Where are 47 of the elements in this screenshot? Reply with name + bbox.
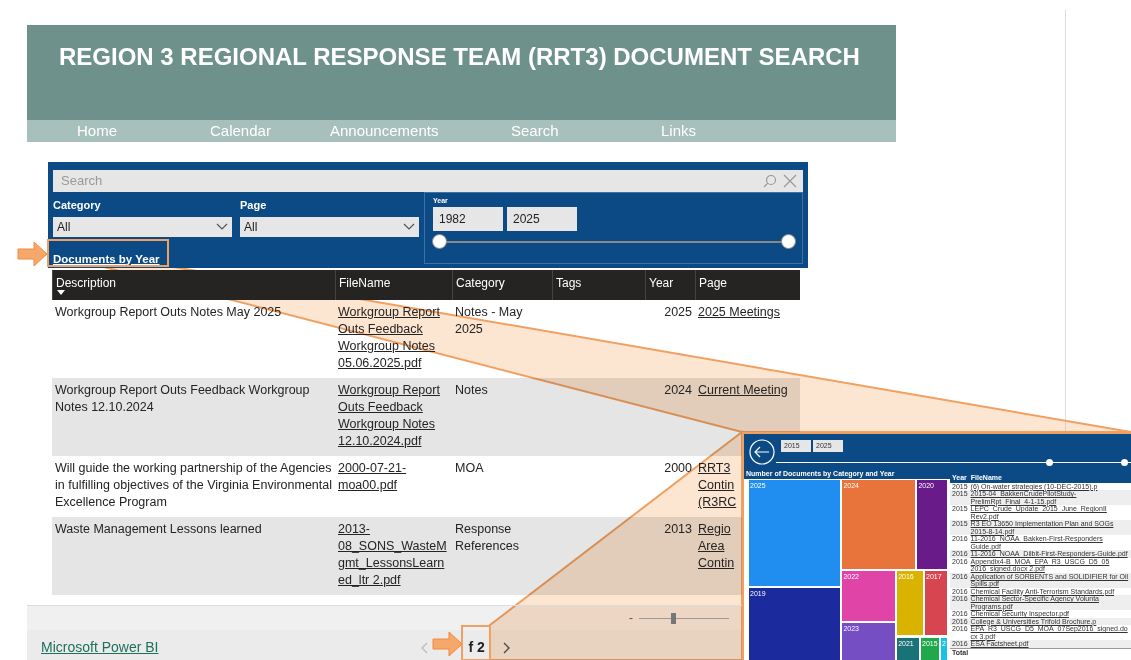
page-link[interactable]: Regio Area Contin xyxy=(698,521,732,572)
table-cell-text: 2013 xyxy=(663,521,693,538)
table-cell-text: Will guide the working partnership of the Agencies in fulfilling objectives of the Virginia Environmental Excellence Program xyxy=(54,460,333,511)
table-cell-text: 2024 xyxy=(663,382,693,399)
column-header[interactable]: Description xyxy=(52,270,335,300)
highlight-frame xyxy=(461,625,491,660)
chevron-down-icon xyxy=(403,222,415,231)
filter-label: Category xyxy=(53,198,102,213)
zoom-out-label[interactable]: - xyxy=(629,609,633,627)
page-indicator: f 2 xyxy=(468,638,485,657)
year-to-field[interactable]: 2025 xyxy=(507,206,577,231)
slider-thumb[interactable] xyxy=(781,233,796,249)
dropdown[interactable]: All xyxy=(53,216,232,237)
pointer-arrow xyxy=(432,631,463,657)
table-cell-text: Waste Management Lessons learned xyxy=(54,521,263,538)
slider-thumb[interactable] xyxy=(432,233,447,249)
column-header[interactable]: Category xyxy=(452,270,552,300)
table-cell-text: 2000 xyxy=(663,460,693,477)
table-cell-text: Workgroup Report Outs Feedback Workgroup Notes 12.10.2024 xyxy=(54,382,311,416)
year-from-field[interactable]: 1982 xyxy=(433,206,503,231)
table-cell-text: Notes xyxy=(454,382,489,399)
column-header[interactable]: Year xyxy=(645,270,695,300)
file-link[interactable]: 2013-08_SONS_WasteMgmt_LessonsLearned_ltr 2.pdf xyxy=(338,521,449,589)
documents-link[interactable]: Documents by Year xyxy=(53,252,160,265)
chevron-down-icon xyxy=(216,222,228,231)
file-link[interactable]: 2000-07-21-moa00.pdf xyxy=(338,460,449,494)
dropdown[interactable]: All xyxy=(240,216,419,237)
brand-link[interactable]: Microsoft Power BI xyxy=(41,637,159,658)
column-header[interactable]: Page xyxy=(695,270,800,300)
slider-thumb[interactable] xyxy=(1046,459,1054,466)
slider-thumb[interactable] xyxy=(670,612,676,624)
page-link[interactable]: Current Meeting xyxy=(698,383,788,397)
table-cell-text: Workgroup Report Outs Notes May 2025 xyxy=(54,304,283,321)
pointer-arrow xyxy=(17,241,48,267)
file-link[interactable]: Workgroup Report Outs Feedback Workgroup Notes 05.06.2025.pdf xyxy=(338,304,449,372)
table-cell-text: 2025 xyxy=(663,304,693,321)
page-title: REGION 3 REGIONAL RESPONSE TEAM (RRT3) DOCUMENT SEARCH xyxy=(27,25,896,120)
page-link[interactable]: 2025 Meetings xyxy=(698,305,780,319)
table-cell-text: Response References xyxy=(454,521,520,555)
column-header[interactable]: FileName xyxy=(335,270,452,300)
chevron-right-icon[interactable] xyxy=(502,641,511,654)
slider-thumb[interactable] xyxy=(1120,459,1128,466)
filter-label: Page xyxy=(240,198,268,213)
table-cell-text: MOA xyxy=(454,460,485,477)
column-header[interactable]: Tags xyxy=(552,270,645,300)
table-cell-text: Notes - May 2025 xyxy=(454,304,524,338)
file-link[interactable]: Workgroup Report Outs Feedback Workgroup Notes 12.10.2024.pdf xyxy=(338,382,449,450)
